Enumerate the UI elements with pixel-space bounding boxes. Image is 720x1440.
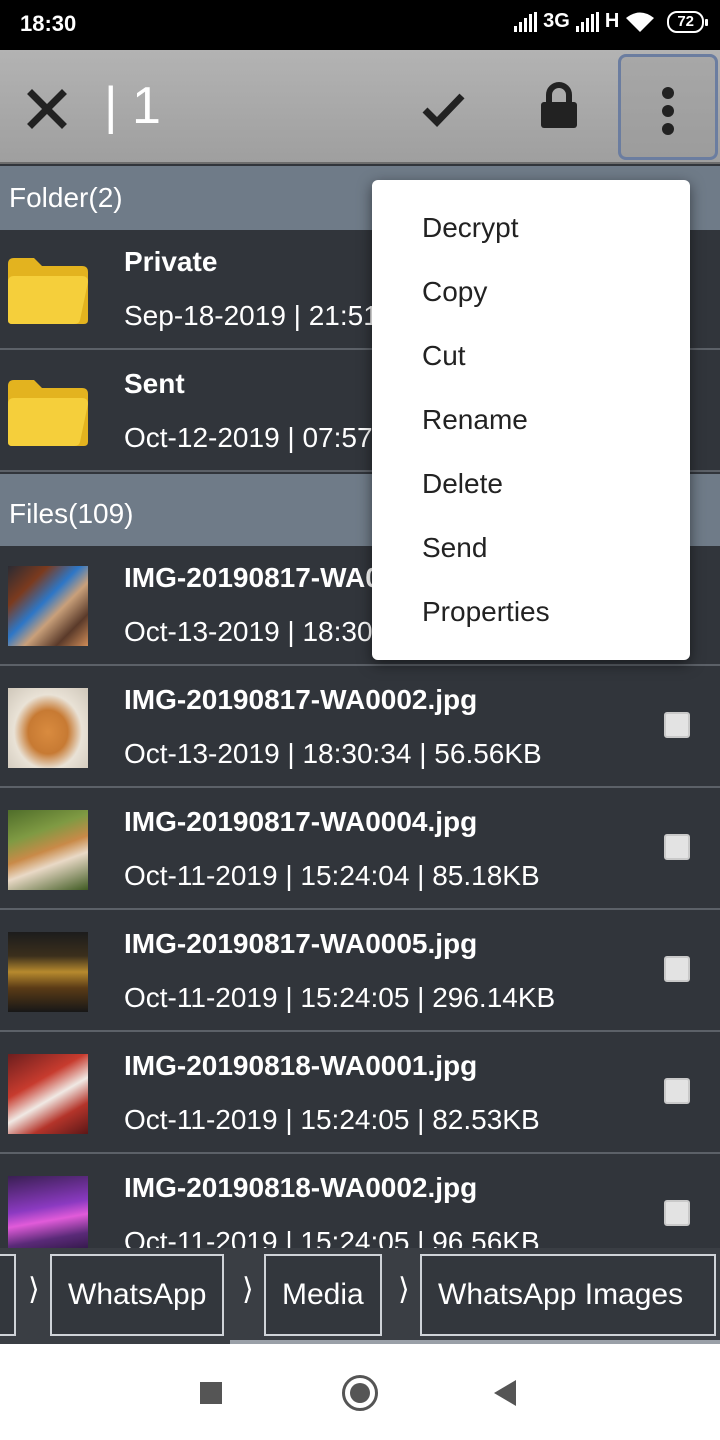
file-name: IMG-20190817-WA0002.jpg: [124, 684, 478, 715]
row-checkbox[interactable]: [664, 1200, 690, 1226]
breadcrumb: ⟩ WhatsApp ⟩ Media ⟩ WhatsApp Images: [0, 1248, 720, 1344]
file-meta: Oct-13-2019 | 18:30:34 | 56.56KB: [124, 738, 542, 769]
status-time: 18:30: [20, 11, 77, 36]
image-thumbnail: [8, 932, 88, 1012]
image-thumbnail: [8, 810, 88, 890]
selected-count: | 1: [104, 77, 161, 135]
network-type-1: 3G: [543, 10, 570, 32]
file-row[interactable]: IMG-20190818-WA0002.jpg Oct-11-2019 | 15…: [0, 1156, 720, 1248]
menu-item-send[interactable]: Send: [372, 516, 690, 580]
menu-item-cut[interactable]: Cut: [372, 324, 690, 388]
file-row[interactable]: IMG-20190817-WA0002.jpg Oct-13-2019 | 18…: [0, 668, 720, 788]
file-meta: Oct-11-2019 | 15:24:05 | 82.53KB: [124, 1104, 540, 1135]
file-name: IMG-20190817-WA0004.jpg: [124, 806, 478, 837]
file-meta: Oct-11-2019 | 15:24:04 | 85.18KB: [124, 860, 540, 891]
signal-icon: [514, 11, 538, 32]
breadcrumb-separator: ⟩: [398, 1273, 410, 1306]
image-thumbnail: [8, 566, 88, 646]
menu-item-copy[interactable]: Copy: [372, 260, 690, 324]
file-name: IMG-20190818-WA0002.jpg: [124, 1172, 478, 1203]
row-checkbox[interactable]: [664, 834, 690, 860]
folder-name: Sent: [124, 368, 185, 399]
check-icon[interactable]: [418, 84, 468, 134]
breadcrumb-item-whatsapp[interactable]: WhatsApp: [50, 1254, 225, 1336]
image-thumbnail: [8, 1054, 88, 1134]
row-checkbox[interactable]: [664, 1078, 690, 1104]
more-vert-icon: [662, 87, 674, 99]
menu-item-decrypt[interactable]: Decrypt: [372, 196, 690, 260]
wifi-icon: [626, 12, 655, 32]
menu-item-properties[interactable]: Properties: [372, 580, 690, 644]
file-name: IMG-20190818-WA0001.jpg: [124, 1050, 478, 1081]
file-row[interactable]: IMG-20190817-WA0004.jpg Oct-11-2019 | 15…: [0, 790, 720, 910]
lock-icon[interactable]: [534, 80, 584, 130]
breadcrumb-item-root[interactable]: [0, 1254, 16, 1336]
folder-name: Private: [124, 246, 218, 277]
system-nav-bar: [0, 1344, 720, 1440]
selection-toolbar: | 1: [0, 50, 720, 164]
file-meta: Oct-11-2019 | 15:24:05 | 96.56KB: [124, 1226, 540, 1248]
row-checkbox[interactable]: [664, 712, 690, 738]
folder-meta: Oct-12-2019 | 07:57: [124, 422, 373, 453]
network-type-2: H: [604, 10, 620, 32]
breadcrumb-item-media[interactable]: Media: [264, 1254, 382, 1336]
breadcrumb-separator: ⟩: [242, 1273, 254, 1306]
file-name: IMG-20190817-WA0005.jpg: [124, 928, 478, 959]
image-thumbnail: [8, 688, 88, 768]
recents-icon[interactable]: [200, 1382, 222, 1404]
back-icon[interactable]: [494, 1380, 516, 1406]
file-meta: Oct-11-2019 | 15:24:05 | 296.14KB: [124, 982, 556, 1013]
home-icon[interactable]: [342, 1375, 378, 1411]
folder-meta: Sep-18-2019 | 21:51: [124, 300, 379, 331]
overflow-menu: Decrypt Copy Cut Rename Delete Send Prop…: [372, 180, 690, 660]
more-options-button[interactable]: [618, 54, 718, 160]
folder-icon: [8, 380, 88, 446]
status-bar: 18:30 3G H 72: [0, 0, 720, 50]
menu-item-rename[interactable]: Rename: [372, 388, 690, 452]
folder-icon: [8, 258, 88, 324]
close-icon[interactable]: [22, 84, 72, 134]
signal-icon-2: [575, 11, 599, 32]
breadcrumb-item-whatsapp-images[interactable]: WhatsApp Images: [420, 1254, 716, 1336]
file-meta: Oct-13-2019 | 18:30:34: [124, 616, 412, 647]
menu-item-delete[interactable]: Delete: [372, 452, 690, 516]
file-row[interactable]: IMG-20190818-WA0001.jpg Oct-11-2019 | 15…: [0, 1034, 720, 1154]
status-icons: 3G H 72: [514, 10, 708, 33]
battery-icon: 72: [667, 10, 708, 33]
breadcrumb-separator: ⟩: [28, 1273, 40, 1306]
file-row[interactable]: IMG-20190817-WA0005.jpg Oct-11-2019 | 15…: [0, 912, 720, 1032]
row-checkbox[interactable]: [664, 956, 690, 982]
image-thumbnail: [8, 1176, 88, 1248]
